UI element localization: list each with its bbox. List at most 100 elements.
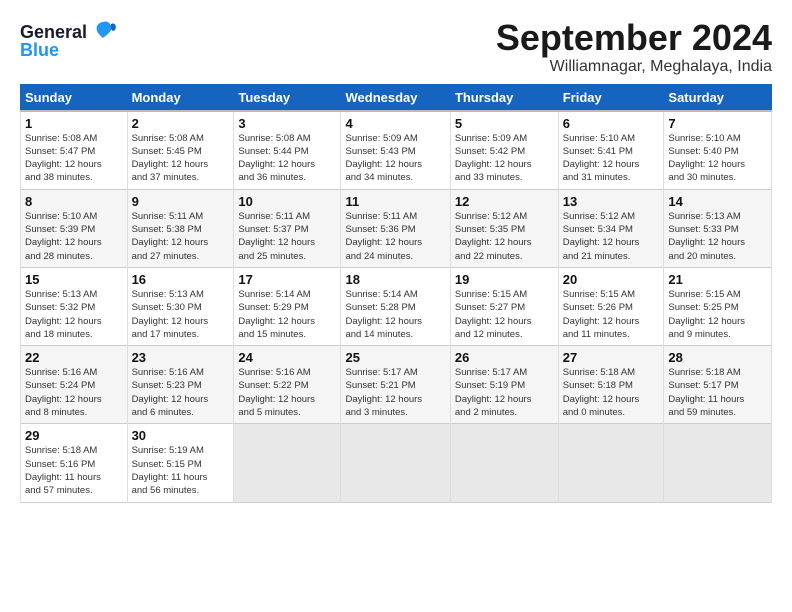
day-info: Sunrise: 5:14 AM Sunset: 5:28 PM Dayligh… <box>345 288 445 341</box>
day-cell: 10Sunrise: 5:11 AM Sunset: 5:37 PM Dayli… <box>234 189 341 267</box>
day-cell: 5Sunrise: 5:09 AM Sunset: 5:42 PM Daylig… <box>450 111 558 190</box>
day-number: 11 <box>345 194 445 209</box>
week-row-5: 29Sunrise: 5:18 AM Sunset: 5:16 PM Dayli… <box>21 424 772 502</box>
day-number: 5 <box>455 116 554 131</box>
logo: General Blue <box>20 18 117 61</box>
day-cell: 18Sunrise: 5:14 AM Sunset: 5:28 PM Dayli… <box>341 267 450 345</box>
day-number: 16 <box>132 272 230 287</box>
day-number: 2 <box>132 116 230 131</box>
day-info: Sunrise: 5:08 AM Sunset: 5:45 PM Dayligh… <box>132 132 230 185</box>
day-number: 4 <box>345 116 445 131</box>
calendar-page: General Blue September 2024 Williamnagar… <box>0 0 792 612</box>
col-header-monday: Monday <box>127 84 234 111</box>
day-info: Sunrise: 5:08 AM Sunset: 5:44 PM Dayligh… <box>238 132 336 185</box>
day-number: 29 <box>25 428 123 443</box>
day-cell <box>450 424 558 502</box>
day-number: 10 <box>238 194 336 209</box>
day-info: Sunrise: 5:10 AM Sunset: 5:39 PM Dayligh… <box>25 210 123 263</box>
day-info: Sunrise: 5:11 AM Sunset: 5:38 PM Dayligh… <box>132 210 230 263</box>
day-info: Sunrise: 5:12 AM Sunset: 5:34 PM Dayligh… <box>563 210 660 263</box>
day-number: 24 <box>238 350 336 365</box>
day-cell: 26Sunrise: 5:17 AM Sunset: 5:19 PM Dayli… <box>450 346 558 424</box>
day-info: Sunrise: 5:09 AM Sunset: 5:43 PM Dayligh… <box>345 132 445 185</box>
logo-text-blue: Blue <box>20 40 59 61</box>
day-info: Sunrise: 5:10 AM Sunset: 5:40 PM Dayligh… <box>668 132 767 185</box>
day-cell: 1Sunrise: 5:08 AM Sunset: 5:47 PM Daylig… <box>21 111 128 190</box>
day-cell: 6Sunrise: 5:10 AM Sunset: 5:41 PM Daylig… <box>558 111 664 190</box>
col-header-tuesday: Tuesday <box>234 84 341 111</box>
day-number: 15 <box>25 272 123 287</box>
day-number: 21 <box>668 272 767 287</box>
day-number: 18 <box>345 272 445 287</box>
day-cell: 12Sunrise: 5:12 AM Sunset: 5:35 PM Dayli… <box>450 189 558 267</box>
day-cell: 30Sunrise: 5:19 AM Sunset: 5:15 PM Dayli… <box>127 424 234 502</box>
day-number: 17 <box>238 272 336 287</box>
day-info: Sunrise: 5:12 AM Sunset: 5:35 PM Dayligh… <box>455 210 554 263</box>
header: General Blue September 2024 Williamnagar… <box>20 18 772 76</box>
calendar-title: September 2024 <box>496 18 772 58</box>
title-block: September 2024 Williamnagar, Meghalaya, … <box>496 18 772 76</box>
day-cell: 9Sunrise: 5:11 AM Sunset: 5:38 PM Daylig… <box>127 189 234 267</box>
day-number: 23 <box>132 350 230 365</box>
day-info: Sunrise: 5:19 AM Sunset: 5:15 PM Dayligh… <box>132 444 230 497</box>
day-cell: 4Sunrise: 5:09 AM Sunset: 5:43 PM Daylig… <box>341 111 450 190</box>
day-number: 28 <box>668 350 767 365</box>
day-cell: 13Sunrise: 5:12 AM Sunset: 5:34 PM Dayli… <box>558 189 664 267</box>
day-number: 7 <box>668 116 767 131</box>
day-info: Sunrise: 5:16 AM Sunset: 5:22 PM Dayligh… <box>238 366 336 419</box>
col-header-thursday: Thursday <box>450 84 558 111</box>
calendar-table: SundayMondayTuesdayWednesdayThursdayFrid… <box>20 84 772 503</box>
day-number: 3 <box>238 116 336 131</box>
day-number: 22 <box>25 350 123 365</box>
day-number: 6 <box>563 116 660 131</box>
day-cell: 21Sunrise: 5:15 AM Sunset: 5:25 PM Dayli… <box>664 267 772 345</box>
day-cell: 8Sunrise: 5:10 AM Sunset: 5:39 PM Daylig… <box>21 189 128 267</box>
day-info: Sunrise: 5:13 AM Sunset: 5:30 PM Dayligh… <box>132 288 230 341</box>
col-header-sunday: Sunday <box>21 84 128 111</box>
day-number: 8 <box>25 194 123 209</box>
day-cell: 20Sunrise: 5:15 AM Sunset: 5:26 PM Dayli… <box>558 267 664 345</box>
day-cell: 29Sunrise: 5:18 AM Sunset: 5:16 PM Dayli… <box>21 424 128 502</box>
day-number: 1 <box>25 116 123 131</box>
day-info: Sunrise: 5:16 AM Sunset: 5:24 PM Dayligh… <box>25 366 123 419</box>
day-info: Sunrise: 5:16 AM Sunset: 5:23 PM Dayligh… <box>132 366 230 419</box>
day-info: Sunrise: 5:11 AM Sunset: 5:36 PM Dayligh… <box>345 210 445 263</box>
day-cell: 27Sunrise: 5:18 AM Sunset: 5:18 PM Dayli… <box>558 346 664 424</box>
logo-bird-icon <box>89 18 117 46</box>
day-cell: 17Sunrise: 5:14 AM Sunset: 5:29 PM Dayli… <box>234 267 341 345</box>
day-info: Sunrise: 5:15 AM Sunset: 5:27 PM Dayligh… <box>455 288 554 341</box>
header-row: SundayMondayTuesdayWednesdayThursdayFrid… <box>21 84 772 111</box>
day-cell: 28Sunrise: 5:18 AM Sunset: 5:17 PM Dayli… <box>664 346 772 424</box>
day-cell: 7Sunrise: 5:10 AM Sunset: 5:40 PM Daylig… <box>664 111 772 190</box>
day-cell: 3Sunrise: 5:08 AM Sunset: 5:44 PM Daylig… <box>234 111 341 190</box>
week-row-4: 22Sunrise: 5:16 AM Sunset: 5:24 PM Dayli… <box>21 346 772 424</box>
day-number: 13 <box>563 194 660 209</box>
day-cell: 11Sunrise: 5:11 AM Sunset: 5:36 PM Dayli… <box>341 189 450 267</box>
col-header-friday: Friday <box>558 84 664 111</box>
day-info: Sunrise: 5:15 AM Sunset: 5:26 PM Dayligh… <box>563 288 660 341</box>
day-cell <box>664 424 772 502</box>
day-info: Sunrise: 5:14 AM Sunset: 5:29 PM Dayligh… <box>238 288 336 341</box>
day-number: 14 <box>668 194 767 209</box>
day-info: Sunrise: 5:08 AM Sunset: 5:47 PM Dayligh… <box>25 132 123 185</box>
day-number: 19 <box>455 272 554 287</box>
day-cell: 23Sunrise: 5:16 AM Sunset: 5:23 PM Dayli… <box>127 346 234 424</box>
day-info: Sunrise: 5:11 AM Sunset: 5:37 PM Dayligh… <box>238 210 336 263</box>
day-number: 12 <box>455 194 554 209</box>
day-cell: 22Sunrise: 5:16 AM Sunset: 5:24 PM Dayli… <box>21 346 128 424</box>
day-info: Sunrise: 5:17 AM Sunset: 5:19 PM Dayligh… <box>455 366 554 419</box>
day-info: Sunrise: 5:17 AM Sunset: 5:21 PM Dayligh… <box>345 366 445 419</box>
day-cell: 14Sunrise: 5:13 AM Sunset: 5:33 PM Dayli… <box>664 189 772 267</box>
day-info: Sunrise: 5:18 AM Sunset: 5:16 PM Dayligh… <box>25 444 123 497</box>
day-number: 26 <box>455 350 554 365</box>
day-info: Sunrise: 5:10 AM Sunset: 5:41 PM Dayligh… <box>563 132 660 185</box>
calendar-subtitle: Williamnagar, Meghalaya, India <box>496 58 772 76</box>
week-row-1: 1Sunrise: 5:08 AM Sunset: 5:47 PM Daylig… <box>21 111 772 190</box>
day-number: 30 <box>132 428 230 443</box>
day-cell: 25Sunrise: 5:17 AM Sunset: 5:21 PM Dayli… <box>341 346 450 424</box>
day-cell <box>341 424 450 502</box>
day-cell: 24Sunrise: 5:16 AM Sunset: 5:22 PM Dayli… <box>234 346 341 424</box>
day-info: Sunrise: 5:13 AM Sunset: 5:32 PM Dayligh… <box>25 288 123 341</box>
day-cell: 19Sunrise: 5:15 AM Sunset: 5:27 PM Dayli… <box>450 267 558 345</box>
day-number: 25 <box>345 350 445 365</box>
